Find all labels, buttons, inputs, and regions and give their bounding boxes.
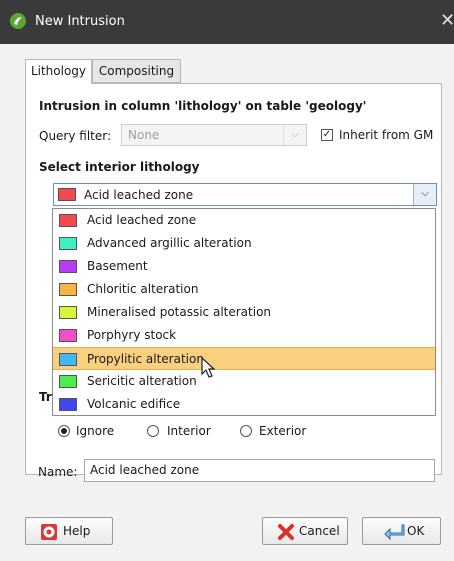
dropdown-item-label: Chloritic alteration [87, 282, 199, 296]
color-swatch [59, 306, 77, 319]
radio-interior[interactable] [147, 425, 159, 437]
dropdown-item[interactable]: Mineralised potassic alteration [53, 301, 435, 324]
help-label: Help [63, 524, 91, 538]
window-title: New Intrusion [35, 14, 125, 29]
query-filter-value: None [128, 128, 160, 142]
mouse-cursor-icon [201, 357, 216, 378]
dropdown-item[interactable]: Volcanic edifice [53, 393, 435, 416]
color-swatch [59, 260, 77, 273]
lithology-dropdown-list: Acid leached zone Advanced argillic alte… [52, 208, 436, 416]
radio-exterior-label: Exterior [259, 424, 307, 438]
color-swatch [59, 329, 77, 342]
app-logo-icon [10, 13, 26, 29]
color-swatch [59, 398, 77, 411]
color-swatch [59, 214, 77, 227]
name-input[interactable]: Acid leached zone [84, 459, 435, 482]
help-button[interactable]: Help [25, 517, 113, 545]
intrusion-heading: Intrusion in column 'lithology' on table… [39, 99, 367, 113]
dropdown-item[interactable]: Basement [53, 255, 435, 278]
help-lifebuoy-icon [41, 524, 57, 540]
cancel-label: Cancel [299, 524, 340, 538]
select-lithology-heading: Select interior lithology [39, 160, 200, 174]
inherit-label: Inherit from GM [339, 128, 434, 142]
dropdown-item[interactable]: Sericitic alteration [53, 370, 435, 393]
dropdown-item-label: Advanced argillic alteration [87, 236, 252, 250]
color-swatch [59, 375, 77, 388]
query-filter-label: Query filter: [39, 129, 112, 143]
dropdown-item[interactable]: Advanced argillic alteration [53, 232, 435, 255]
radio-ignore[interactable] [58, 425, 70, 437]
inherit-checkbox[interactable]: ✓ [321, 129, 333, 141]
dropdown-item-label: Sericitic alteration [87, 374, 197, 388]
name-label: Name: [38, 465, 78, 479]
color-swatch [59, 237, 77, 250]
color-swatch [59, 283, 77, 296]
dropdown-item-label: Propylitic alteration [87, 352, 204, 366]
chevron-down-icon[interactable]: ⌵ [413, 184, 436, 205]
dropdown-item[interactable]: Chloritic alteration [53, 278, 435, 301]
dropdown-item[interactable]: Acid leached zone [53, 209, 435, 232]
selected-color-swatch [58, 188, 76, 201]
close-icon[interactable]: ✕ [440, 10, 454, 31]
dropdown-item-label: Porphyry stock [87, 328, 177, 342]
color-swatch [59, 353, 77, 366]
tab-lithology[interactable]: Lithology [25, 59, 92, 84]
dropdown-item-label: Acid leached zone [87, 213, 197, 227]
ok-label: OK [407, 524, 425, 538]
dropdown-item-label: Volcanic edifice [87, 397, 181, 411]
radio-exterior[interactable] [240, 425, 252, 437]
chevron-down-icon: ⌵ [283, 125, 306, 145]
cancel-button[interactable]: Cancel [262, 517, 348, 545]
interior-lithology-select[interactable]: Acid leached zone ⌵ [53, 183, 437, 206]
tab-compositing[interactable]: Compositing [92, 59, 181, 83]
cancel-x-icon [278, 524, 294, 540]
dropdown-item-label: Mineralised potassic alteration [87, 305, 272, 319]
selected-lithology-value: Acid leached zone [84, 188, 194, 202]
ok-button[interactable]: OK [362, 517, 441, 545]
title-bar: New Intrusion ✕ [0, 0, 454, 44]
dropdown-item-label: Basement [87, 259, 148, 273]
query-filter-select[interactable]: None ⌵ [121, 124, 307, 146]
radio-interior-label: Interior [167, 424, 211, 438]
dropdown-item[interactable]: Porphyry stock [53, 324, 435, 347]
radio-ignore-label: Ignore [76, 424, 115, 438]
return-arrow-icon [384, 524, 405, 541]
truncated-label: Tr [39, 390, 52, 404]
dropdown-item[interactable]: Propylitic alteration [53, 347, 435, 370]
